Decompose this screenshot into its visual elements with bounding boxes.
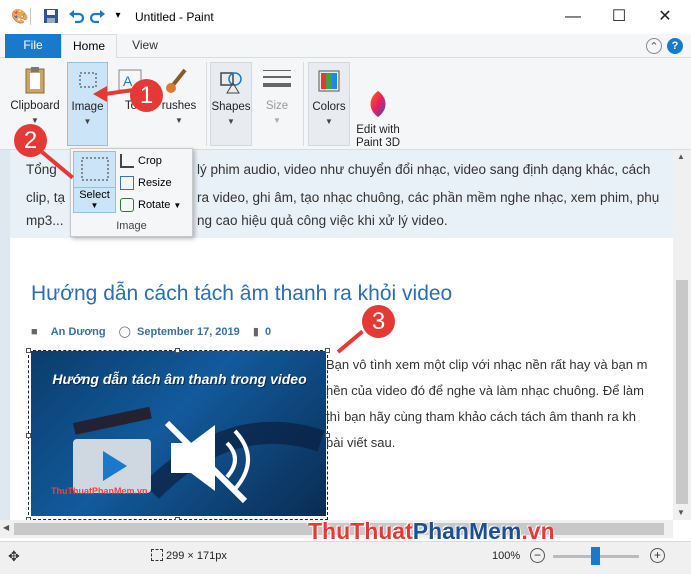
callout-3: 3 — [362, 305, 395, 338]
select-rectangle-icon — [81, 157, 108, 181]
brush-icon — [163, 64, 195, 96]
window-title: Untitled - Paint — [135, 10, 214, 24]
selection-handle[interactable] — [26, 348, 31, 353]
resize-button[interactable]: Resize — [120, 173, 172, 193]
scroll-down-icon[interactable]: ▼ — [677, 508, 685, 517]
strip-text: ra video, ghi âm, tạo nhạc chuông, các p… — [197, 190, 660, 205]
redo-icon[interactable] — [89, 8, 106, 24]
arrowhead — [93, 86, 107, 102]
crop-icon — [120, 154, 134, 169]
undo-icon[interactable] — [68, 8, 85, 24]
user-icon: ■ — [31, 326, 38, 338]
article-meta: ■ An Dương ◯ September 17, 2019 ▮ 0 — [31, 325, 281, 338]
body-line: bài viết sau. — [326, 435, 396, 450]
zoom-slider-thumb[interactable] — [591, 547, 600, 565]
line-size-icon — [261, 64, 293, 96]
body-line: nền của video đó để nghe và làm nhạc chu… — [326, 383, 644, 398]
image-button[interactable]: Image ▼ — [67, 62, 108, 146]
selection-handle[interactable] — [26, 433, 31, 438]
maximize-button[interactable]: ☐ — [596, 0, 642, 33]
size-label: Size — [265, 100, 289, 112]
callout-2: 2 — [14, 124, 47, 157]
brushes-button[interactable]: rushes ▼ — [156, 62, 202, 146]
rotate-icon — [120, 198, 134, 213]
chevron-down-icon: ▼ — [273, 116, 281, 125]
brand-part: .vn — [521, 518, 555, 544]
cursor-position-icon: ✥ — [8, 548, 20, 564]
strip-text: ng cao hiệu quả công việc khi xử lý vide… — [197, 213, 448, 228]
article-heading: Hướng dẫn cách tách âm thanh ra khỏi vid… — [31, 282, 453, 305]
article-body: Bạn vô tình xem một clip với nhạc nền rấ… — [326, 352, 673, 456]
select-label: Select — [74, 187, 115, 201]
shapes-icon — [215, 65, 247, 97]
colors-label: Colors — [312, 101, 346, 113]
strip-text: mp3... — [26, 213, 64, 228]
paint3d-icon — [362, 76, 394, 117]
chevron-down-icon: ▼ — [173, 201, 182, 210]
selection-size-icon — [151, 549, 163, 561]
callout-1: 1 — [130, 79, 163, 112]
chevron-down-icon: ▼ — [83, 117, 92, 126]
tab-home[interactable]: Home — [61, 34, 117, 59]
tab-view[interactable]: View — [117, 34, 173, 58]
paint3d-label: Edit with Paint 3D — [355, 124, 401, 149]
group-divider — [303, 62, 304, 146]
author-name: An Dương — [50, 326, 106, 338]
clipboard-icon — [19, 64, 51, 96]
image-group-title: Image — [116, 220, 147, 232]
brand-watermark: ThuThuatPhanMem.vn — [308, 518, 555, 545]
clock-icon: ◯ — [118, 326, 131, 338]
body-line: thì bạn hãy cùng tham khảo cách tách âm … — [326, 409, 637, 424]
selection-box[interactable] — [28, 350, 328, 520]
shapes-button[interactable]: Shapes ▼ — [210, 62, 252, 146]
customize-quick-access-icon[interactable]: ▾ — [110, 8, 126, 24]
scroll-left-icon[interactable]: ◀ — [3, 523, 9, 532]
image-label: Image — [71, 101, 104, 113]
clipboard-label: Clipboard — [10, 100, 60, 112]
colors-button[interactable]: Colors ▼ — [308, 62, 350, 146]
collapse-ribbon-icon[interactable]: ⌃ — [646, 38, 662, 54]
comment-icon: ▮ — [252, 326, 259, 338]
strip-text: clip, tạ — [26, 190, 66, 205]
select-button[interactable]: Select ▼ — [73, 151, 116, 213]
paint-app-icon[interactable]: 🎨 — [11, 8, 28, 24]
canvas-left-margin — [0, 150, 10, 520]
vertical-scroll-thumb[interactable] — [676, 280, 688, 504]
divider — [30, 8, 31, 25]
crop-label: Crop — [138, 155, 162, 167]
chevron-down-icon: ▼ — [175, 116, 183, 125]
chevron-down-icon: ▼ — [90, 201, 99, 210]
post-date: September 17, 2019 — [137, 326, 240, 338]
tab-file[interactable]: File — [5, 34, 61, 58]
color-palette-icon — [313, 65, 345, 97]
edit-with-paint3d-button[interactable]: Edit with Paint 3D — [352, 62, 404, 149]
resize-icon — [120, 176, 134, 191]
strip-text: lý phim audio, video như chuyển đổi nhạc… — [197, 162, 651, 177]
strip-text: Tổng — [26, 162, 57, 177]
brand-part: PhanMem — [412, 518, 522, 544]
size-button[interactable]: Size ▼ — [256, 62, 298, 146]
resize-label: Resize — [138, 177, 172, 189]
crop-button[interactable]: Crop — [120, 151, 162, 171]
zoom-level: 100% — [492, 550, 521, 562]
chevron-down-icon: ▼ — [227, 117, 235, 126]
close-button[interactable]: ✕ — [642, 0, 688, 33]
comment-count: 0 — [264, 326, 272, 338]
save-icon[interactable] — [43, 8, 59, 24]
rotate-label: Rotate — [138, 199, 171, 211]
rotate-button[interactable]: Rotate ▼ — [120, 195, 181, 215]
group-divider — [206, 62, 207, 146]
shapes-label: Shapes — [211, 101, 251, 113]
brand-part: ThuThuat — [308, 518, 413, 544]
scroll-up-icon[interactable]: ▲ — [677, 152, 685, 161]
selection-handle[interactable] — [175, 348, 180, 353]
chevron-down-icon: ▼ — [325, 117, 333, 126]
body-line: Bạn vô tình xem một clip với nhạc nền rấ… — [326, 357, 648, 372]
brushes-label: rushes — [161, 100, 197, 112]
help-icon[interactable]: ? — [667, 38, 683, 54]
zoom-in-button[interactable]: + — [650, 548, 665, 563]
minimize-button[interactable]: — — [550, 0, 596, 33]
selection-dimensions: 299 × 171px — [166, 550, 227, 562]
zoom-out-button[interactable]: − — [530, 548, 545, 563]
